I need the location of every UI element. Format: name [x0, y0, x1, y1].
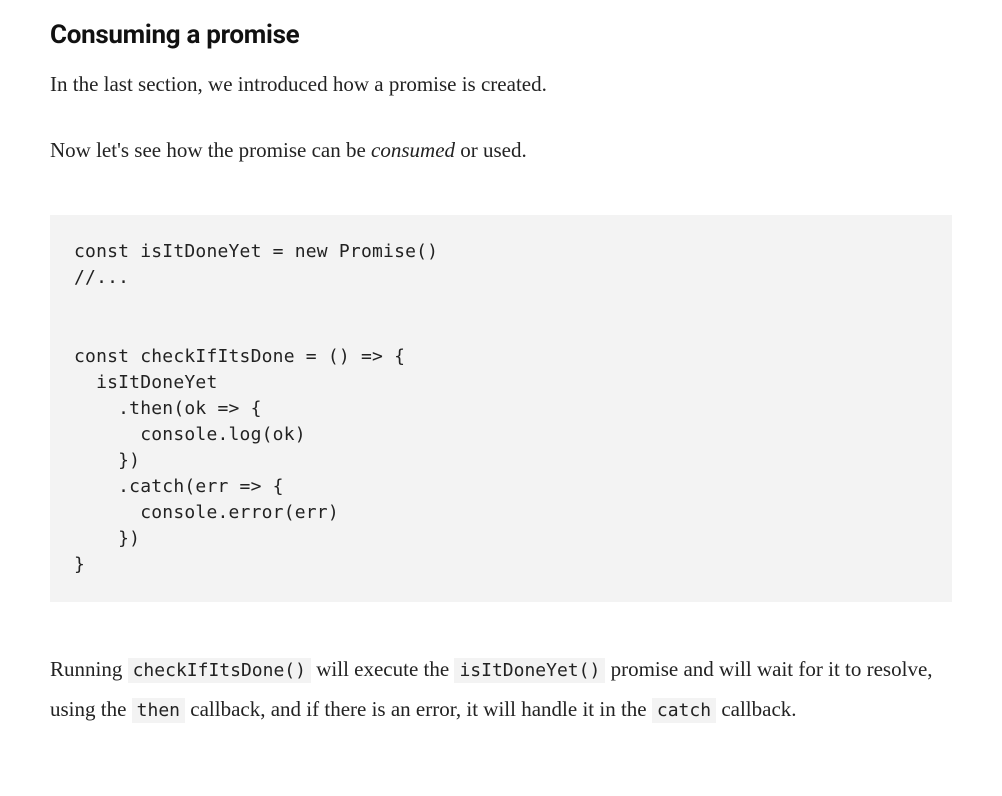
text-segment: Running	[50, 657, 128, 681]
para2-text-pre: Now let's see how the promise can be	[50, 138, 371, 162]
intro-paragraph-1: In the last section, we introduced how a…	[50, 68, 952, 102]
inline-code-isitdoneyet: isItDoneYet()	[454, 658, 605, 683]
intro-paragraph-2: Now let's see how the promise can be con…	[50, 134, 952, 168]
text-segment: will execute the	[311, 657, 454, 681]
inline-code-then: then	[132, 698, 185, 723]
para2-text-post: or used.	[455, 138, 527, 162]
para2-emphasis: consumed	[371, 138, 455, 162]
text-segment: callback.	[716, 697, 796, 721]
code-block: const isItDoneYet = new Promise() //... …	[50, 215, 952, 602]
text-segment: callback, and if there is an error, it w…	[185, 697, 652, 721]
inline-code-catch: catch	[652, 698, 716, 723]
section-heading: Consuming a promise	[50, 20, 952, 50]
explanation-paragraph: Running checkIfItsDone() will execute th…	[50, 650, 952, 730]
inline-code-checkifitsdone: checkIfItsDone()	[128, 658, 311, 683]
